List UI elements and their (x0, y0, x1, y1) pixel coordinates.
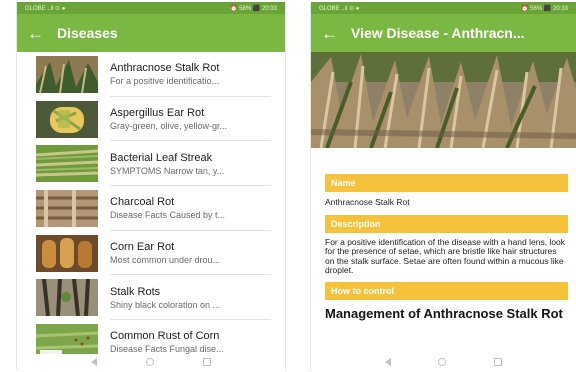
nav-recent-icon[interactable] (494, 358, 503, 366)
system-nav-bar (311, 354, 576, 370)
list-item-text: Common Rust of Corn Disease Facts Fungal… (110, 329, 260, 354)
status-left-text: GLOBE ..il ⊙ ● (319, 5, 360, 12)
status-left-text: GLOBE ..il ⊙ ● (25, 5, 66, 12)
description-section-header: Description (325, 214, 568, 233)
disease-thumbnail (36, 279, 98, 317)
disease-thumbnail (36, 145, 98, 183)
status-bar: GLOBE ..il ⊙ ● ⏰ 58% ⬛ 20:33 (17, 2, 285, 14)
diseases-screen: GLOBE ..il ⊙ ● ⏰ 58% ⬛ 20:33 ← Diseases … (16, 2, 286, 370)
list-item[interactable]: Stalk Rots Shiny black coloration on ... (17, 275, 285, 321)
list-item-text: Bacterial Leaf Streak SYMPTOMS Narrow ta… (110, 151, 260, 177)
control-title: Management of Anthracnose Stalk Rot (325, 305, 563, 321)
disease-list: Anthracnose Stalk Rot For a positive ide… (17, 52, 285, 354)
list-item-title: Anthracnose Stalk Rot (110, 62, 220, 75)
control-section-header: How to control (325, 281, 568, 300)
disease-thumbnail (36, 234, 98, 272)
nav-back-icon[interactable] (91, 358, 98, 366)
list-item-subtitle: For a positive identificatio... (110, 76, 220, 87)
nav-back-icon[interactable] (384, 358, 391, 366)
status-right-text: ⏰ 58% ⬛ 20:33 (230, 5, 277, 12)
name-section-header: Name (325, 174, 568, 192)
list-item-subtitle: Disease Facts Fungal dise... (110, 344, 224, 354)
list-item-title: Common Rust of Corn (110, 330, 220, 343)
list-item-text: Stalk Rots Shiny black coloration on ... (110, 285, 260, 311)
list-item-text: Charcoal Rot Disease Facts Caused by t..… (110, 195, 260, 221)
list-item[interactable]: Bacterial Leaf Streak SYMPTOMS Narrow ta… (17, 141, 285, 187)
nav-recent-icon[interactable] (202, 358, 211, 366)
list-item-title: Stalk Rots (110, 285, 161, 298)
list-item[interactable]: Anthracnose Stalk Rot For a positive ide… (17, 52, 285, 97)
list-item-subtitle: Gray-green, olive, yellow-gr... (110, 121, 228, 132)
app-bar-title: Diseases (57, 25, 118, 41)
list-item[interactable]: Corn Ear Rot Most common under drou... (17, 231, 285, 276)
list-item-subtitle: Disease Facts Caused by t... (110, 210, 226, 221)
list-item-subtitle: Most common under drou... (110, 255, 221, 266)
disease-detail: Name Anthracnose Stalk Rot Description F… (311, 148, 576, 354)
list-item-title: Bacterial Leaf Streak (110, 151, 213, 164)
list-item-text: Aspergillus Ear Rot Gray-green, olive, y… (110, 106, 260, 132)
disease-thumbnail (36, 55, 98, 93)
status-bar: GLOBE ..il ⊙ ● ⏰ 56% ⬛ 20:33 (311, 2, 576, 14)
disease-photo (311, 52, 576, 148)
list-item-text: Anthracnose Stalk Rot For a positive ide… (110, 61, 260, 87)
status-right-text: ⏰ 56% ⬛ 20:33 (521, 5, 568, 12)
view-disease-screen: GLOBE ..il ⊙ ● ⏰ 56% ⬛ 20:33 ← View Dise… (310, 2, 576, 370)
list-item[interactable]: Aspergillus Ear Rot Gray-green, olive, y… (17, 97, 285, 142)
arrow-back-icon[interactable]: ← (321, 25, 351, 42)
system-nav-bar (17, 354, 285, 370)
list-item-title: Charcoal Rot (110, 196, 175, 209)
app-bar: ← View Disease - Anthracn... (311, 14, 576, 52)
app-bar-title: View Disease - Anthracn... (351, 25, 525, 41)
disease-thumbnail (36, 100, 98, 138)
list-item-subtitle: Shiny black coloration on ... (110, 299, 221, 310)
nav-home-icon[interactable] (438, 358, 447, 366)
list-item-subtitle: SYMPTOMS Narrow tan, y... (110, 165, 225, 176)
arrow-back-icon[interactable]: ← (27, 25, 57, 42)
app-bar: ← Diseases (17, 14, 285, 52)
list-item[interactable]: Common Rust of Corn Disease Facts Fungal… (17, 320, 285, 354)
list-item[interactable]: Charcoal Rot Disease Facts Caused by t..… (17, 186, 285, 231)
disease-description-value: For a positive identification of the dis… (325, 236, 566, 275)
list-item-text: Corn Ear Rot Most common under drou... (110, 240, 260, 266)
nav-home-icon[interactable] (145, 358, 154, 366)
list-item-title: Corn Ear Rot (110, 241, 175, 254)
disease-name-value: Anthracnose Stalk Rot (325, 197, 410, 207)
disease-thumbnail (36, 189, 98, 227)
disease-thumbnail (36, 323, 98, 354)
list-item-title: Aspergillus Ear Rot (110, 107, 205, 120)
